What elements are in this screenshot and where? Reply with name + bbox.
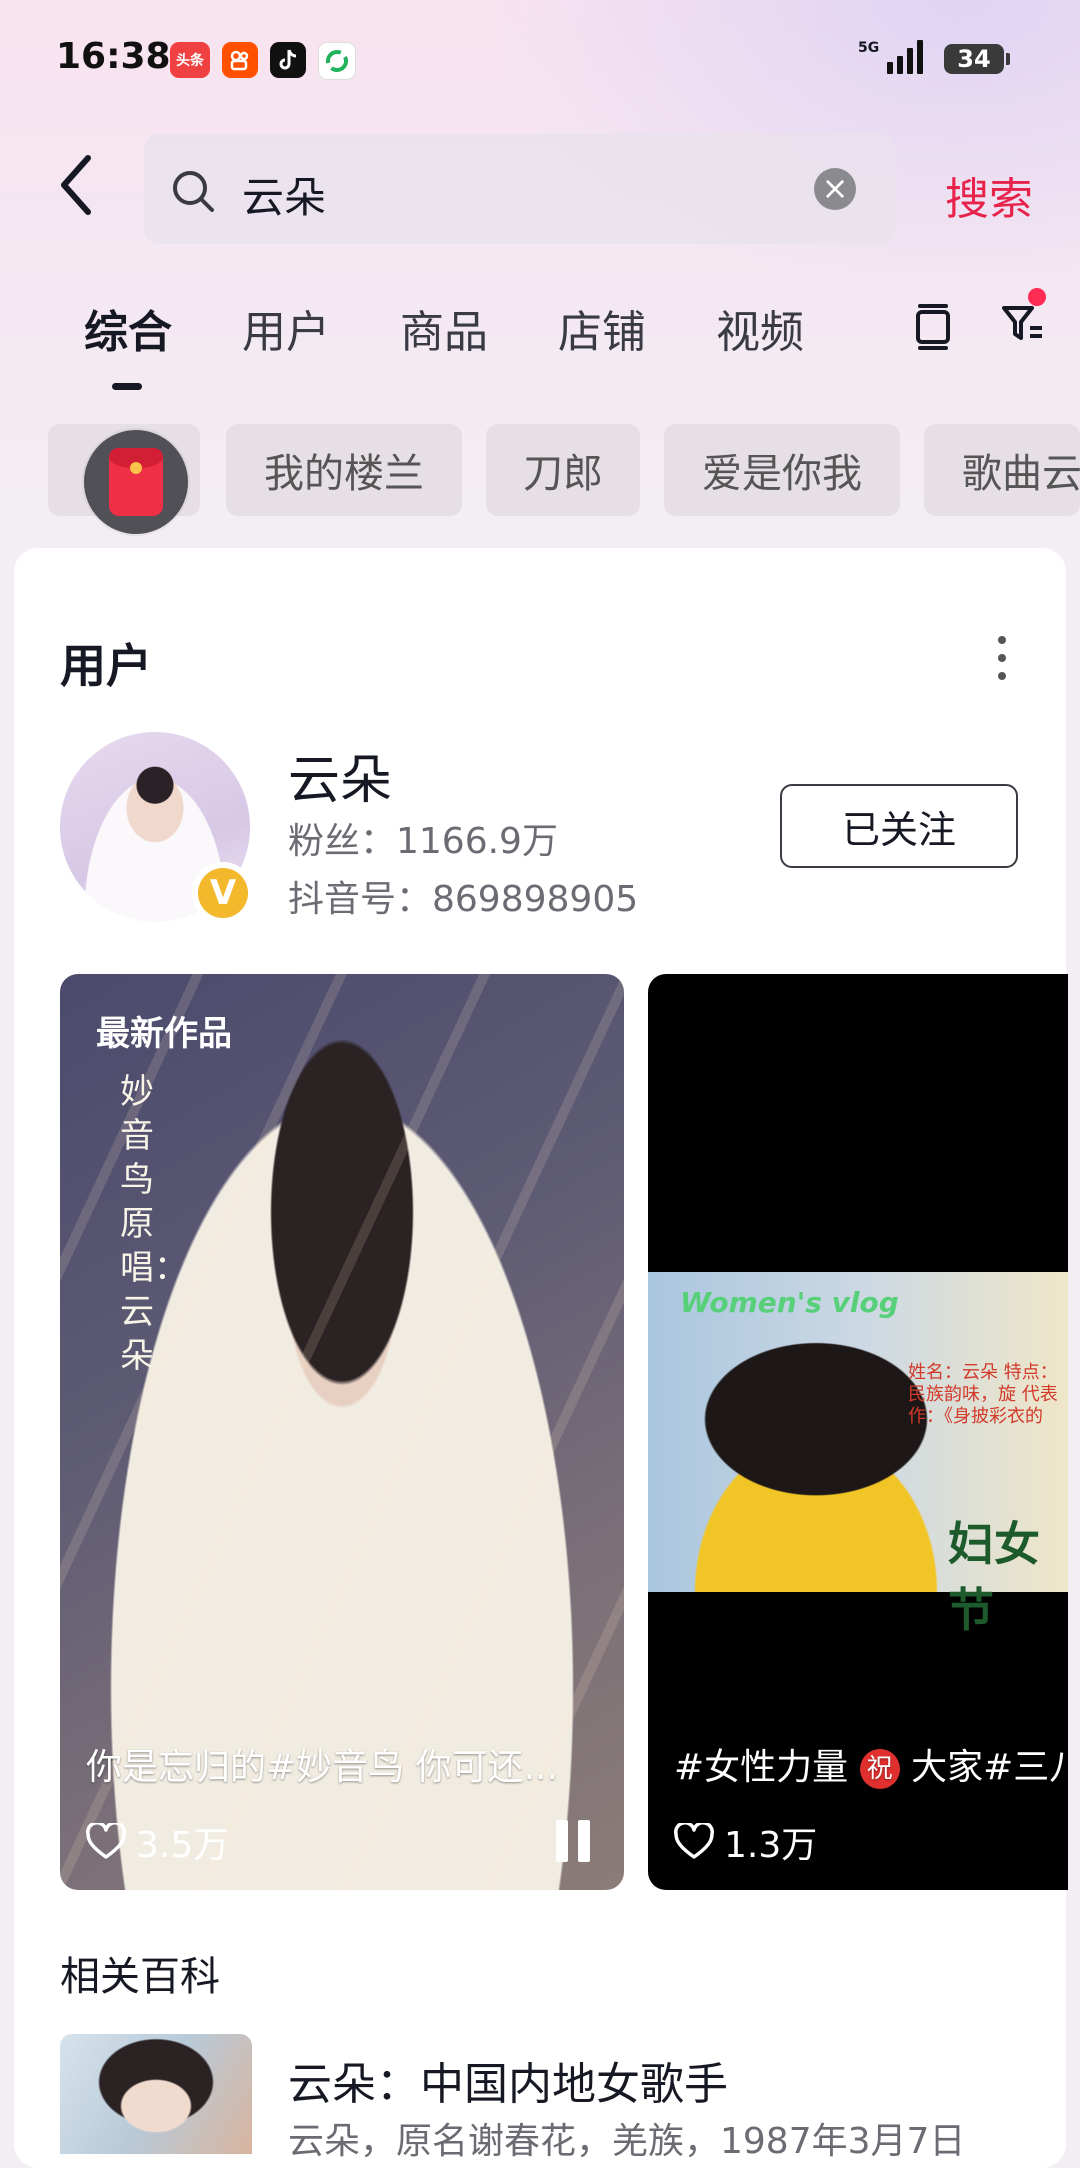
360-icon bbox=[318, 42, 356, 80]
chip-daolang[interactable]: 刀郎 bbox=[486, 424, 640, 516]
signal-icon: 5G bbox=[858, 40, 924, 74]
tab-videos[interactable]: 视频 bbox=[716, 296, 804, 360]
user-section-title: 用户 bbox=[60, 639, 152, 693]
chip-wodeloulan[interactable]: 我的楼兰 bbox=[226, 424, 462, 516]
like-count-value: 1.3万 bbox=[724, 1825, 818, 1866]
wiki-description: 云朵，原名谢春花，羌族，1987年3月7日 bbox=[288, 2121, 966, 2162]
battery-icon: 34 bbox=[944, 44, 1010, 74]
status-time: 16:38 bbox=[56, 36, 171, 77]
video-caption: 你是忘归的#妙音鸟 你可还... bbox=[86, 1747, 558, 1788]
video-overlay-info: 姓名：云朵 特点：民族韵味，旋 代表作：《身披彩衣的 bbox=[908, 1362, 1058, 1427]
toutiao-icon: 头条 bbox=[170, 42, 210, 78]
search-icon bbox=[170, 168, 216, 218]
pause-icon[interactable] bbox=[556, 1820, 594, 1862]
tab-shops[interactable]: 店铺 bbox=[558, 296, 646, 360]
wiki-title[interactable]: 云朵：中国内地女歌手 bbox=[288, 2048, 728, 2112]
heart-icon bbox=[86, 1823, 126, 1859]
cast-icon[interactable] bbox=[914, 302, 952, 358]
user-name[interactable]: 云朵 bbox=[288, 738, 392, 813]
chip-song-yunduo[interactable]: 歌曲云 bbox=[924, 424, 1080, 516]
like-count-value: 3.5万 bbox=[136, 1825, 230, 1866]
follower-count: 粉丝：1166.9万 bbox=[288, 821, 558, 862]
more-icon[interactable] bbox=[992, 636, 1012, 680]
filter-notification-dot bbox=[1028, 288, 1046, 306]
tab-overflow-fade bbox=[870, 296, 900, 356]
follow-button[interactable]: 已关注 bbox=[780, 784, 1018, 868]
filter-icon[interactable] bbox=[1000, 300, 1046, 350]
wiki-thumbnail[interactable] bbox=[60, 2034, 252, 2154]
video-thumbnail: Women's vlog 姓名：云朵 特点：民族韵味，旋 代表作：《身披彩衣的 … bbox=[648, 1272, 1068, 1637]
heart-icon bbox=[674, 1823, 714, 1859]
wiki-section-title: 相关百科 bbox=[60, 1954, 220, 2000]
tab-users[interactable]: 用户 bbox=[242, 296, 330, 360]
latest-work-badge: 最新作品 bbox=[96, 1014, 232, 1054]
tab-products[interactable]: 商品 bbox=[400, 296, 488, 360]
red-packet-icon[interactable] bbox=[84, 430, 188, 534]
search-query[interactable]: 云朵 bbox=[242, 164, 326, 225]
back-icon[interactable] bbox=[56, 152, 106, 222]
tab-comprehensive[interactable]: 综合 bbox=[84, 296, 172, 360]
kuaishou-icon bbox=[222, 42, 258, 78]
clear-icon[interactable]: × bbox=[814, 168, 856, 210]
chip-aishinimwo[interactable]: 爱是你我 bbox=[664, 424, 900, 516]
video-caption-2: #女性力量 祝 大家#三八 bbox=[674, 1747, 1068, 1789]
verified-icon: V bbox=[192, 862, 254, 924]
like-count: 1.3万 bbox=[674, 1816, 817, 1868]
active-tab-indicator bbox=[112, 383, 142, 390]
douyin-id: 抖音号：869898905 bbox=[288, 879, 639, 920]
blessing-emoji-icon: 祝 bbox=[859, 1749, 900, 1789]
video-overlay-text: 妙音鸟 原唱：云朵 bbox=[120, 1072, 188, 1376]
status-app-icons: 头条 bbox=[170, 42, 356, 80]
video-overlay-big: 妇女节 bbox=[948, 1517, 1040, 1637]
video-overlay-vlog: Women's vlog bbox=[680, 1286, 899, 1319]
tiktok-icon bbox=[270, 42, 306, 78]
like-count: 3.5万 bbox=[86, 1816, 229, 1868]
search-button[interactable]: 搜索 bbox=[945, 163, 1033, 227]
